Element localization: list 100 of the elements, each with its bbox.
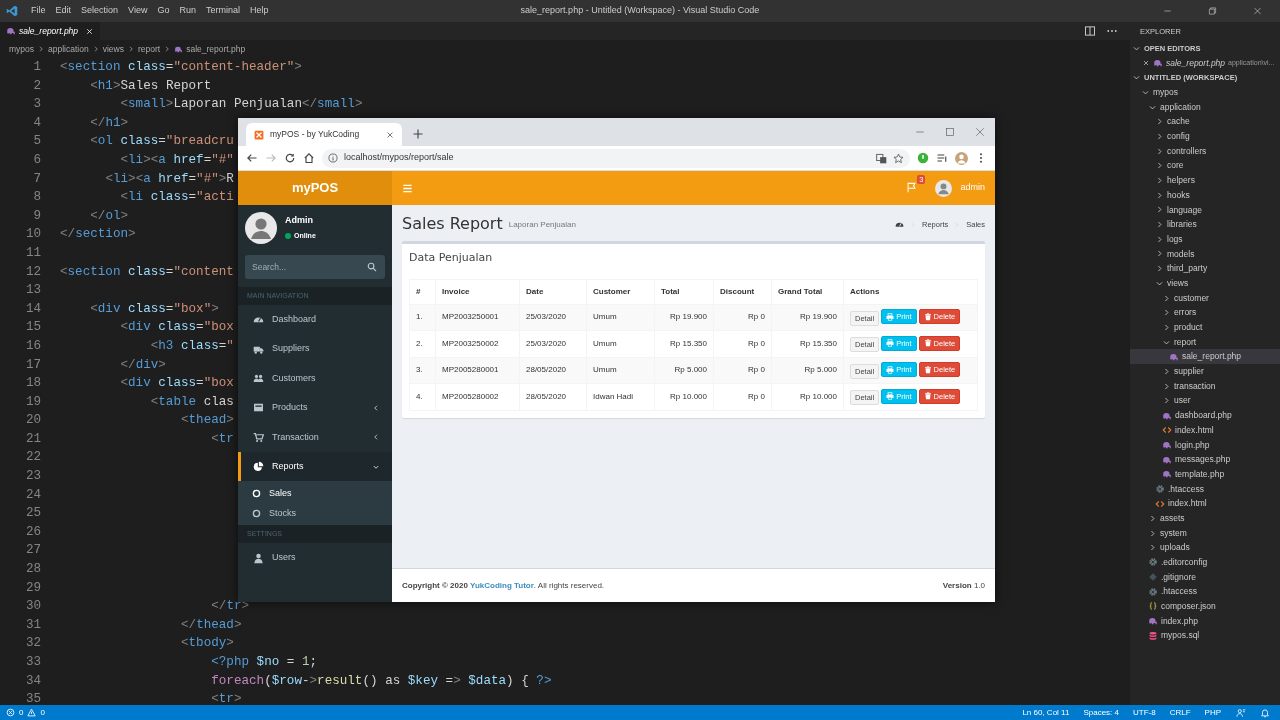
- menu-item[interactable]: File: [26, 4, 51, 18]
- breadcrumb-item[interactable]: mypos: [9, 42, 35, 56]
- submenu-item[interactable]: Sales: [238, 483, 392, 504]
- tree-entry[interactable]: composer.json: [1130, 599, 1280, 614]
- media-icon[interactable]: [936, 152, 948, 164]
- tree-entry[interactable]: template.php: [1130, 466, 1280, 482]
- status-item[interactable]: UTF-8: [1128, 706, 1161, 719]
- author-link[interactable]: YukCoding Tutor: [470, 580, 534, 590]
- menu-item[interactable]: Terminal: [200, 4, 245, 18]
- menu-item[interactable]: View: [123, 4, 153, 18]
- nav-item[interactable]: Transaction: [238, 422, 392, 452]
- tree-entry[interactable]: index.php: [1130, 613, 1280, 629]
- folder-item[interactable]: assets: [1130, 511, 1280, 526]
- folder-item[interactable]: report: [1130, 334, 1280, 350]
- menu-item[interactable]: Run: [174, 4, 201, 18]
- folder-item[interactable]: controllers: [1130, 143, 1280, 159]
- folder-item[interactable]: transaction: [1130, 378, 1280, 394]
- close-icon[interactable]: [85, 26, 95, 36]
- folder-item[interactable]: application: [1130, 99, 1280, 115]
- folder-item[interactable]: helpers: [1130, 173, 1280, 188]
- tree-entry[interactable]: .gitignore: [1130, 569, 1280, 585]
- elephant-icon: [1162, 454, 1172, 465]
- line-number: 4: [32, 114, 42, 132]
- table-cell: 28/05/2020: [519, 357, 587, 384]
- folder-item[interactable]: hooks: [1130, 187, 1280, 203]
- menu-item[interactable]: Go: [152, 4, 175, 18]
- browser-tab[interactable]: myPOS - by YukCoding: [246, 123, 402, 146]
- folder-item[interactable]: models: [1130, 246, 1280, 262]
- folder-item[interactable]: mypos: [1130, 85, 1280, 100]
- folder-item[interactable]: third_party: [1130, 261, 1280, 276]
- address-bar[interactable]: localhost/mypos/report/sale: [322, 148, 910, 168]
- pie-chart-icon: [253, 461, 264, 473]
- close-icon[interactable]: [1142, 59, 1150, 68]
- tree-entry[interactable]: index.html: [1130, 422, 1280, 438]
- flag-icon[interactable]: [906, 182, 918, 194]
- search-field[interactable]: Search...: [245, 255, 385, 279]
- folder-item[interactable]: language: [1130, 202, 1280, 218]
- nav-item[interactable]: Products: [238, 393, 392, 423]
- tree-entry[interactable]: .htaccess: [1130, 584, 1280, 600]
- folder-item[interactable]: views: [1130, 276, 1280, 291]
- circle-icon: [252, 488, 261, 498]
- back-icon[interactable]: [246, 152, 258, 164]
- folder-item[interactable]: logs: [1130, 231, 1280, 247]
- table-cell: Rp 10.000: [654, 383, 714, 411]
- tree-entry[interactable]: .editorconfig: [1130, 555, 1280, 570]
- feedback-icon[interactable]: [1236, 707, 1246, 718]
- star-icon[interactable]: [893, 152, 904, 164]
- folder-item[interactable]: config: [1130, 129, 1280, 144]
- status-item[interactable]: CRLF: [1164, 706, 1196, 719]
- code-line: foreach($row->result() as $key => $data) { ?>: [210, 672, 552, 690]
- folder-item[interactable]: uploads: [1130, 540, 1280, 556]
- code-icon: [1155, 498, 1165, 509]
- breadcrumb-item[interactable]: application: [48, 42, 89, 56]
- nav-item[interactable]: Dashboard: [238, 305, 392, 335]
- folder-item[interactable]: user: [1130, 393, 1280, 409]
- breadcrumb-item[interactable]: views: [102, 42, 124, 56]
- home-icon[interactable]: [303, 152, 315, 164]
- status-item[interactable]: Ln 60, Col 11: [1017, 706, 1075, 719]
- tree-entry[interactable]: index.html: [1130, 496, 1280, 511]
- nav-item[interactable]: Reports: [238, 451, 392, 482]
- nav-item[interactable]: Customers: [238, 363, 392, 394]
- menu-item[interactable]: Selection: [76, 4, 124, 18]
- warning-count[interactable]: 0: [40, 706, 45, 719]
- tree-entry[interactable]: sale_report.php: [1130, 349, 1280, 365]
- submenu-item[interactable]: Stocks: [238, 503, 392, 524]
- menu-icon[interactable]: [402, 182, 413, 194]
- tree-entry[interactable]: messages.php: [1130, 452, 1280, 467]
- bell-icon[interactable]: [1260, 707, 1270, 718]
- folder-item[interactable]: customer: [1130, 290, 1280, 306]
- code-line: <section class="content: [60, 263, 234, 281]
- folder-item[interactable]: product: [1130, 320, 1280, 335]
- nav-item[interactable]: Suppliers: [238, 334, 392, 364]
- folder-item[interactable]: core: [1130, 158, 1280, 174]
- menu-item[interactable]: Edit: [50, 4, 77, 18]
- folder-item[interactable]: cache: [1130, 114, 1280, 130]
- tree-entry[interactable]: .htaccess: [1130, 481, 1280, 497]
- error-count[interactable]: 0: [19, 706, 24, 719]
- nav-item[interactable]: Users: [238, 543, 392, 573]
- plus-icon[interactable]: [412, 128, 424, 140]
- menu-item[interactable]: Help: [244, 4, 274, 18]
- tree-entry[interactable]: mypos.sql: [1130, 628, 1280, 644]
- editor-tab[interactable]: sale_report.php: [0, 22, 101, 40]
- tree-entry[interactable]: login.php: [1130, 437, 1280, 453]
- breadcrumb-item[interactable]: report: [137, 42, 161, 56]
- gauge-icon[interactable]: [894, 220, 904, 230]
- reload-icon[interactable]: [284, 152, 296, 164]
- folder-item[interactable]: system: [1130, 525, 1280, 541]
- folder-item[interactable]: errors: [1130, 305, 1280, 321]
- tree-entry[interactable]: dashboard.php: [1130, 408, 1280, 423]
- status-item[interactable]: Spaces: 4: [1078, 706, 1124, 719]
- avatar-icon[interactable]: [935, 179, 953, 197]
- status-item[interactable]: PHP: [1199, 706, 1226, 719]
- folder-item[interactable]: libraries: [1130, 217, 1280, 232]
- translate-icon[interactable]: [876, 152, 887, 164]
- avatar-icon[interactable]: [955, 151, 968, 165]
- folder-item[interactable]: supplier: [1130, 364, 1280, 379]
- split-editor-icon[interactable]: [1084, 25, 1096, 37]
- extension-icon[interactable]: [917, 152, 929, 164]
- breadcrumb-item[interactable]: sale_report.php: [186, 42, 246, 56]
- table-cell: MP2003250002: [435, 330, 520, 358]
